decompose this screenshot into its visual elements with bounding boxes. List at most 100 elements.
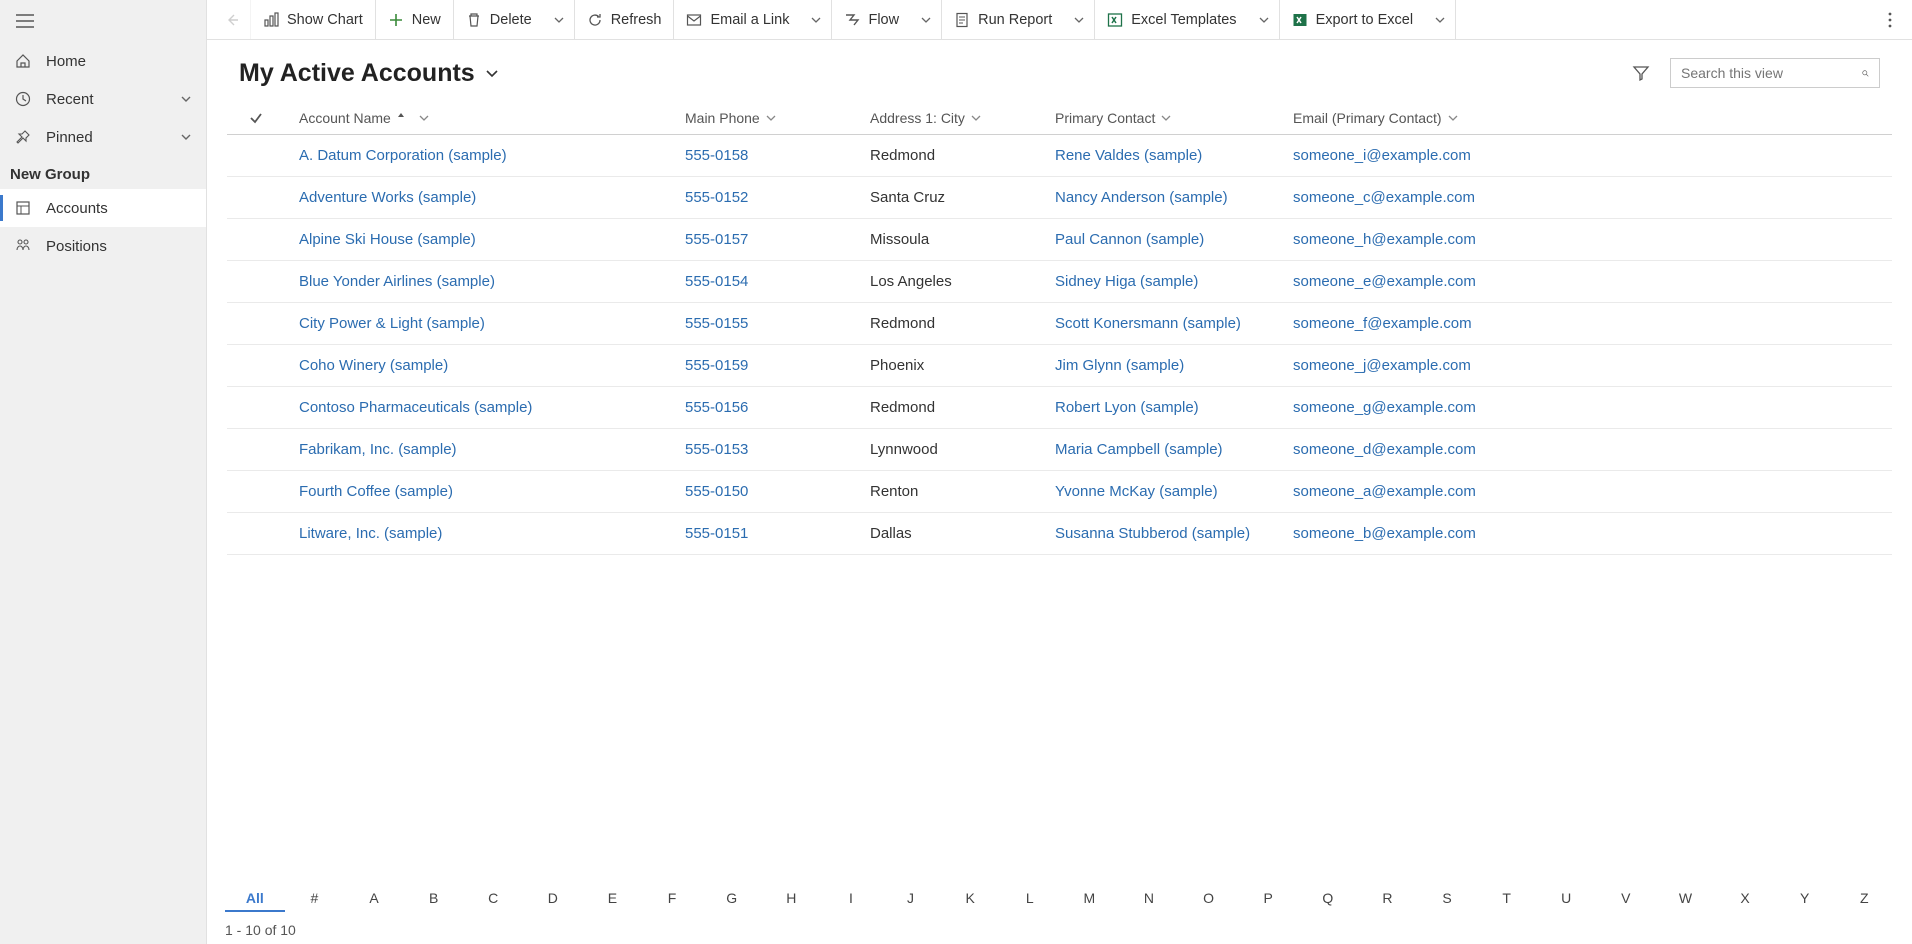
column-header-contact[interactable]: Primary Contact bbox=[1055, 110, 1293, 126]
alpha-filter-v[interactable]: V bbox=[1596, 886, 1656, 912]
alpha-filter-q[interactable]: Q bbox=[1298, 886, 1358, 912]
email-link[interactable]: someone_a@example.com bbox=[1293, 483, 1892, 500]
alpha-filter-h[interactable]: H bbox=[761, 886, 821, 912]
account-name-link[interactable]: Contoso Pharmaceuticals (sample) bbox=[287, 399, 685, 416]
phone-link[interactable]: 555-0154 bbox=[685, 273, 870, 290]
flow-dropdown[interactable] bbox=[911, 0, 942, 39]
email-link[interactable]: someone_g@example.com bbox=[1293, 399, 1892, 416]
alpha-filter-l[interactable]: L bbox=[1000, 886, 1060, 912]
alpha-filter-d[interactable]: D bbox=[523, 886, 583, 912]
new-button[interactable]: New bbox=[376, 0, 453, 39]
contact-link[interactable]: Nancy Anderson (sample) bbox=[1055, 189, 1293, 206]
account-name-link[interactable]: City Power & Light (sample) bbox=[287, 315, 685, 332]
email-link[interactable]: someone_d@example.com bbox=[1293, 441, 1892, 458]
alpha-filter-b[interactable]: B bbox=[404, 886, 464, 912]
delete-button[interactable]: Delete bbox=[454, 0, 544, 39]
account-name-link[interactable]: Adventure Works (sample) bbox=[287, 189, 685, 206]
view-selector[interactable]: My Active Accounts bbox=[239, 59, 499, 88]
alpha-filter-k[interactable]: K bbox=[940, 886, 1000, 912]
email-link[interactable]: someone_h@example.com bbox=[1293, 231, 1892, 248]
nav-positions[interactable]: Positions bbox=[0, 227, 206, 265]
alpha-filter-p[interactable]: P bbox=[1238, 886, 1298, 912]
search-box[interactable] bbox=[1670, 58, 1880, 88]
alpha-filter-f[interactable]: F bbox=[642, 886, 702, 912]
nav-pinned[interactable]: Pinned bbox=[0, 118, 206, 156]
email-link-dropdown[interactable] bbox=[801, 0, 832, 39]
alpha-filter-s[interactable]: S bbox=[1417, 886, 1477, 912]
account-name-link[interactable]: Litware, Inc. (sample) bbox=[287, 525, 685, 542]
search-input[interactable] bbox=[1681, 65, 1862, 81]
alpha-filter-j[interactable]: J bbox=[881, 886, 941, 912]
export-excel-button[interactable]: Export to Excel bbox=[1280, 0, 1426, 39]
alpha-filter-all[interactable]: All bbox=[225, 886, 285, 912]
phone-link[interactable]: 555-0156 bbox=[685, 399, 870, 416]
contact-link[interactable]: Robert Lyon (sample) bbox=[1055, 399, 1293, 416]
account-name-link[interactable]: Alpine Ski House (sample) bbox=[287, 231, 685, 248]
phone-link[interactable]: 555-0152 bbox=[685, 189, 870, 206]
email-link[interactable]: someone_f@example.com bbox=[1293, 315, 1892, 332]
alpha-filter-c[interactable]: C bbox=[463, 886, 523, 912]
column-header-email[interactable]: Email (Primary Contact) bbox=[1293, 110, 1892, 126]
column-header-name[interactable]: Account Name bbox=[287, 110, 685, 126]
column-header-city[interactable]: Address 1: City bbox=[870, 110, 1055, 126]
table-row[interactable]: A. Datum Corporation (sample)555-0158Red… bbox=[227, 135, 1892, 177]
phone-link[interactable]: 555-0157 bbox=[685, 231, 870, 248]
table-row[interactable]: Fourth Coffee (sample)555-0150RentonYvon… bbox=[227, 471, 1892, 513]
table-row[interactable]: Litware, Inc. (sample)555-0151DallasSusa… bbox=[227, 513, 1892, 555]
email-link[interactable]: someone_c@example.com bbox=[1293, 189, 1892, 206]
column-header-phone[interactable]: Main Phone bbox=[685, 110, 870, 126]
nav-home[interactable]: Home bbox=[0, 42, 206, 80]
account-name-link[interactable]: A. Datum Corporation (sample) bbox=[287, 147, 685, 164]
phone-link[interactable]: 555-0159 bbox=[685, 357, 870, 374]
alpha-filter-r[interactable]: R bbox=[1358, 886, 1418, 912]
table-row[interactable]: Alpine Ski House (sample)555-0157Missoul… bbox=[227, 219, 1892, 261]
filter-button[interactable] bbox=[1632, 64, 1650, 82]
alpha-filter-m[interactable]: M bbox=[1060, 886, 1120, 912]
phone-link[interactable]: 555-0151 bbox=[685, 525, 870, 542]
alpha-filter-w[interactable]: W bbox=[1656, 886, 1716, 912]
flow-button[interactable]: Flow bbox=[832, 0, 911, 39]
hamburger-button[interactable] bbox=[0, 0, 206, 42]
contact-link[interactable]: Scott Konersmann (sample) bbox=[1055, 315, 1293, 332]
export-excel-dropdown[interactable] bbox=[1425, 0, 1456, 39]
email-link[interactable]: someone_b@example.com bbox=[1293, 525, 1892, 542]
delete-dropdown[interactable] bbox=[544, 0, 575, 39]
email-link[interactable]: someone_e@example.com bbox=[1293, 273, 1892, 290]
phone-link[interactable]: 555-0153 bbox=[685, 441, 870, 458]
nav-recent[interactable]: Recent bbox=[0, 80, 206, 118]
contact-link[interactable]: Yvonne McKay (sample) bbox=[1055, 483, 1293, 500]
email-link[interactable]: someone_j@example.com bbox=[1293, 357, 1892, 374]
alpha-filter-i[interactable]: I bbox=[821, 886, 881, 912]
table-row[interactable]: City Power & Light (sample)555-0155Redmo… bbox=[227, 303, 1892, 345]
alpha-filter-#[interactable]: # bbox=[285, 886, 345, 912]
phone-link[interactable]: 555-0158 bbox=[685, 147, 870, 164]
run-report-button[interactable]: Run Report bbox=[942, 0, 1064, 39]
nav-accounts[interactable]: Accounts bbox=[0, 189, 206, 227]
table-row[interactable]: Adventure Works (sample)555-0152Santa Cr… bbox=[227, 177, 1892, 219]
phone-link[interactable]: 555-0155 bbox=[685, 315, 870, 332]
run-report-dropdown[interactable] bbox=[1064, 0, 1095, 39]
contact-link[interactable]: Sidney Higa (sample) bbox=[1055, 273, 1293, 290]
alpha-filter-e[interactable]: E bbox=[583, 886, 643, 912]
contact-link[interactable]: Maria Campbell (sample) bbox=[1055, 441, 1293, 458]
email-link-button[interactable]: Email a Link bbox=[674, 0, 801, 39]
excel-templates-dropdown[interactable] bbox=[1249, 0, 1280, 39]
excel-templates-button[interactable]: Excel Templates bbox=[1095, 0, 1248, 39]
contact-link[interactable]: Susanna Stubberod (sample) bbox=[1055, 525, 1293, 542]
table-row[interactable]: Contoso Pharmaceuticals (sample)555-0156… bbox=[227, 387, 1892, 429]
select-all-checkbox[interactable] bbox=[227, 110, 287, 126]
alpha-filter-t[interactable]: T bbox=[1477, 886, 1537, 912]
alpha-filter-n[interactable]: N bbox=[1119, 886, 1179, 912]
alpha-filter-u[interactable]: U bbox=[1536, 886, 1596, 912]
phone-link[interactable]: 555-0150 bbox=[685, 483, 870, 500]
back-button[interactable] bbox=[213, 0, 251, 39]
contact-link[interactable]: Jim Glynn (sample) bbox=[1055, 357, 1293, 374]
show-chart-button[interactable]: Show Chart bbox=[251, 0, 375, 39]
account-name-link[interactable]: Fabrikam, Inc. (sample) bbox=[287, 441, 685, 458]
table-row[interactable]: Blue Yonder Airlines (sample)555-0154Los… bbox=[227, 261, 1892, 303]
refresh-button[interactable]: Refresh bbox=[575, 0, 674, 39]
account-name-link[interactable]: Blue Yonder Airlines (sample) bbox=[287, 273, 685, 290]
table-row[interactable]: Fabrikam, Inc. (sample)555-0153LynnwoodM… bbox=[227, 429, 1892, 471]
table-row[interactable]: Coho Winery (sample)555-0159PhoenixJim G… bbox=[227, 345, 1892, 387]
alpha-filter-z[interactable]: Z bbox=[1834, 886, 1894, 912]
